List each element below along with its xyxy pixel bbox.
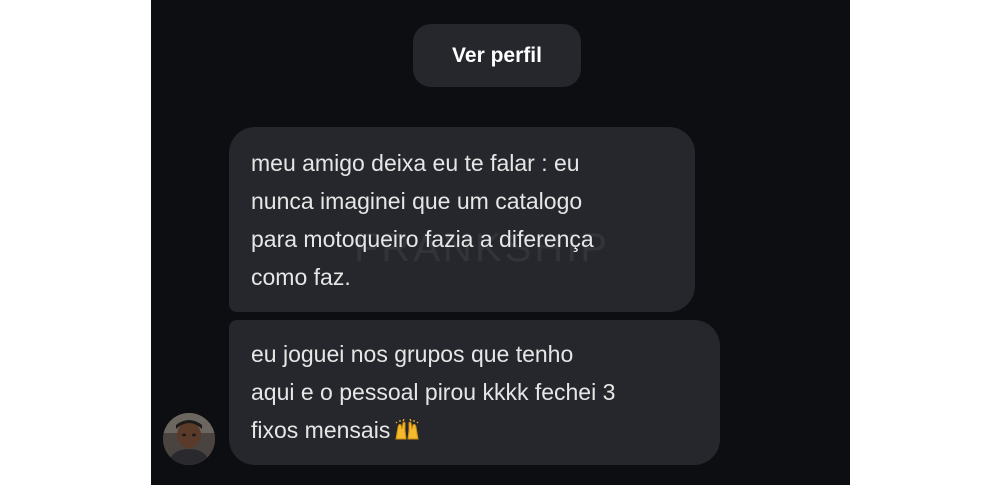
message-text: eu joguei nos grupos que tenho aqui e o …	[251, 341, 616, 443]
raising-hands-emoji-icon	[394, 414, 420, 440]
message-content: eu joguei nos grupos que tenho aqui e o …	[251, 335, 700, 449]
sender-avatar[interactable]	[163, 413, 215, 465]
message-text: meu amigo deixa eu te falar : eu nunca i…	[251, 150, 594, 290]
chat-window: Ver perfil FRANKSHIP meu amigo deixa eu …	[151, 0, 850, 485]
profile-photo-icon	[163, 413, 215, 465]
view-profile-button[interactable]: Ver perfil	[413, 24, 581, 87]
message-bubble[interactable]: eu joguei nos grupos que tenho aqui e o …	[229, 320, 720, 465]
message-bubble[interactable]: FRANKSHIP meu amigo deixa eu te falar : …	[229, 127, 695, 312]
